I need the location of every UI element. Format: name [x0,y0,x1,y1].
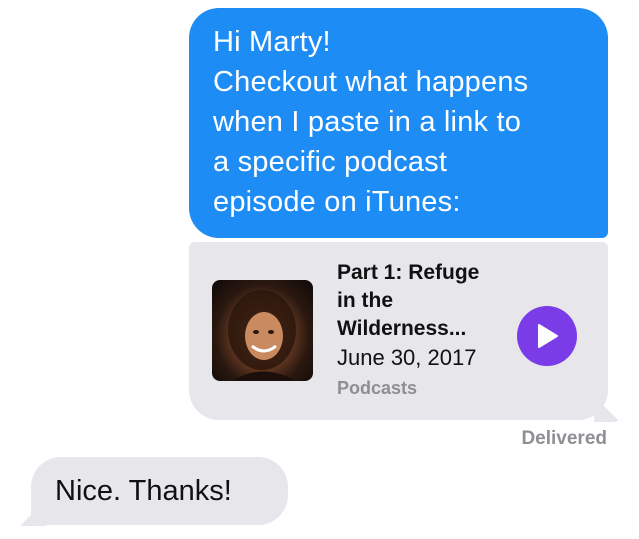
message-line: Hi Marty! [213,26,331,58]
title-line: Wilderness... [337,317,467,340]
delivery-status: Delivered [521,428,607,449]
title-line: in the [337,289,393,312]
portrait-icon [228,290,296,381]
message-line: when I paste in a link to [213,106,522,138]
play-button[interactable] [517,306,577,366]
message-line: Checkout what happens [213,66,529,98]
podcast-episode-title: Part 1: Refuge in the Wilderness... [337,259,517,343]
incoming-message-text: Nice. Thanks! [55,474,232,507]
play-icon [538,324,558,348]
message-line: a specific podcast [213,146,448,178]
podcast-artwork-image [212,280,313,381]
podcast-source-label: Podcasts [337,378,418,398]
podcast-episode-date: June 30, 2017 [337,345,477,370]
outgoing-message-text: Hi Marty! Checkout what happens when I p… [213,22,586,222]
title-line: Part 1: Refuge [337,261,480,284]
incoming-message-bubble[interactable]: Nice. Thanks! [31,457,288,525]
outgoing-message-bubble[interactable]: Hi Marty! Checkout what happens when I p… [189,8,608,238]
message-line: episode on iTunes: [213,186,461,218]
podcast-link-preview-card[interactable]: Part 1: Refuge in the Wilderness... June… [189,242,608,420]
